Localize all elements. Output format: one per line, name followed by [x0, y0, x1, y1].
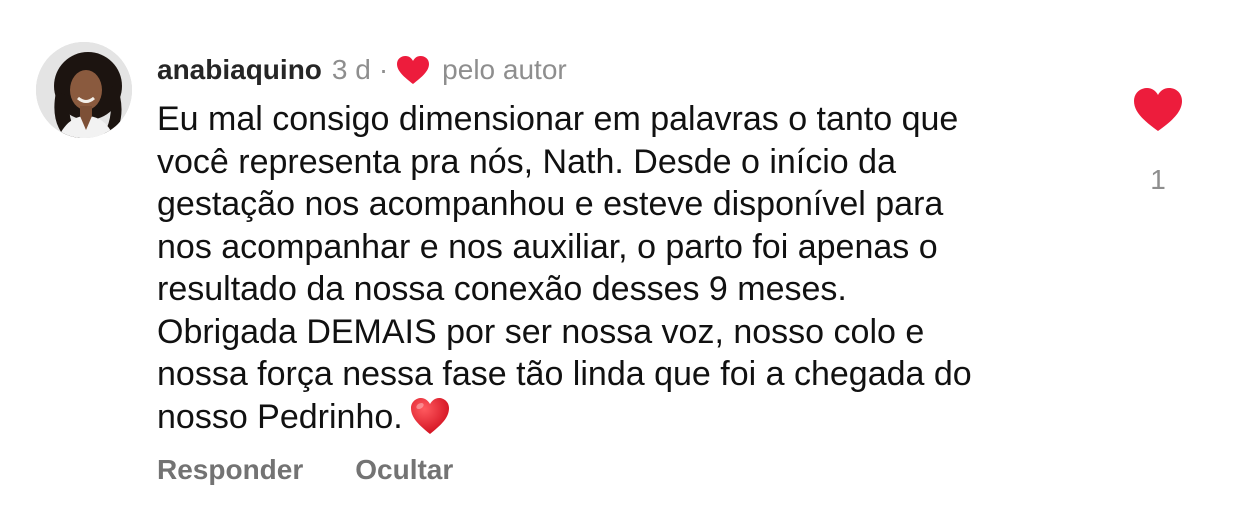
- like-count[interactable]: 1: [1132, 164, 1184, 196]
- heart-filled-icon: [1134, 88, 1182, 131]
- comment-text-line: resultado da nossa conexão desses 9 mese…: [157, 270, 847, 308]
- red-heart-emoji-icon: [409, 396, 451, 436]
- comment-text-line: Eu mal consigo dimensionar em palavras o…: [157, 100, 959, 138]
- comment-text-line: nossa força nessa fase tão linda que foi…: [157, 355, 972, 393]
- avatar-image: [36, 42, 132, 138]
- reply-button[interactable]: Responder: [157, 454, 303, 486]
- username[interactable]: anabiaquino: [157, 50, 322, 90]
- avatar[interactable]: [36, 42, 132, 138]
- comment-text-line: Obrigada DEMAIS por ser nossa voz, nosso…: [157, 312, 925, 351]
- comment-text-line: nos acompanhar e nos auxiliar, o parto f…: [157, 227, 938, 266]
- comment: anabiaquino 3 d · pelo autor Eu mal cons…: [0, 0, 1235, 509]
- separator-dot: ·: [378, 54, 389, 85]
- liked-by-author-label: pelo autor: [442, 54, 567, 85]
- comment-text: Eu mal consigo dimensionar em palavras o…: [157, 98, 1087, 438]
- comment-text-line: gestação nos acompanhou e esteve disponí…: [157, 185, 944, 223]
- comment-text-last-line: nosso Pedrinho.: [157, 396, 1087, 439]
- comment-text-line: você representa pra nós, Nath. Desde o i…: [157, 142, 896, 181]
- comment-actions: Responder Ocultar: [157, 454, 453, 486]
- comment-text-line: nosso Pedrinho.: [157, 397, 403, 436]
- comment-header: anabiaquino 3 d · pelo autor: [157, 50, 567, 90]
- like-button[interactable]: [1132, 86, 1184, 134]
- hide-button[interactable]: Ocultar: [355, 454, 453, 486]
- heart-icon: [396, 55, 430, 85]
- timestamp[interactable]: 3 d: [332, 50, 371, 90]
